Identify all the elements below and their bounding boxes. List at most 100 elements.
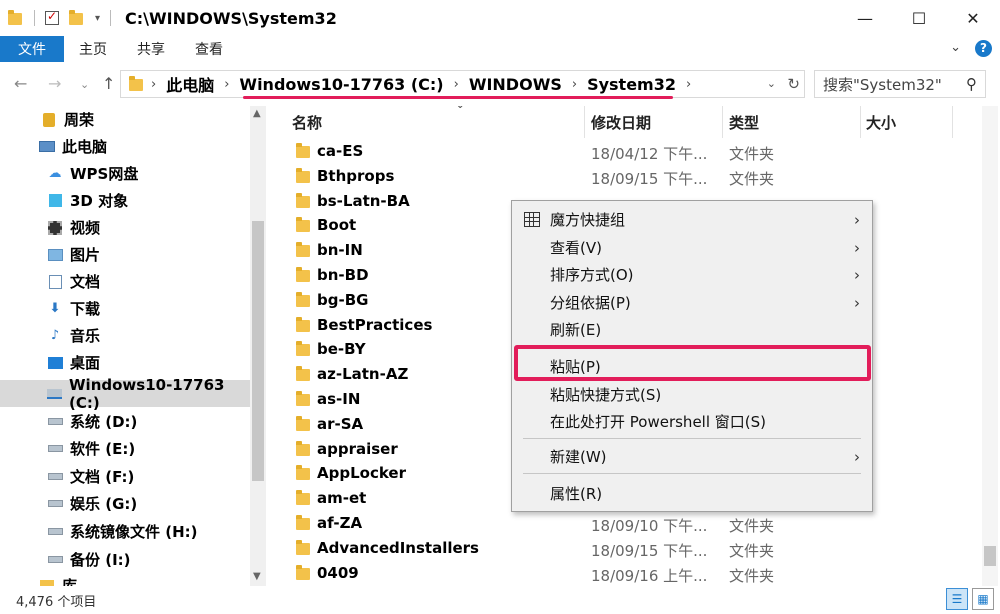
menu-item-group-by[interactable]: 分组依据(P) ›: [512, 289, 872, 316]
breadcrumb-system32[interactable]: System32: [587, 75, 676, 94]
sidebar-item-3d-objects[interactable]: 3D 对象: [0, 187, 250, 214]
breadcrumb-separator-icon[interactable]: ›: [572, 77, 577, 92]
sidebar-item-this-pc[interactable]: 此电脑: [0, 133, 250, 160]
file-name: ca-ES: [317, 142, 364, 160]
tab-file[interactable]: 文件: [0, 36, 64, 62]
sidebar-item-user[interactable]: 周荣: [0, 106, 250, 133]
file-date: 18/09/16 上午...: [591, 566, 708, 585]
window-title: C:\WINDOWS\System32: [125, 8, 337, 28]
expand-ribbon-chevron-down-icon[interactable]: ⌄: [950, 40, 961, 57]
folder-icon: [296, 539, 310, 555]
new-folder-icon[interactable]: [69, 10, 85, 26]
tab-home[interactable]: 主页: [64, 36, 122, 62]
quick-access-divider: [34, 10, 35, 26]
file-row[interactable]: ca-ES 18/04/12 下午... 文件夹: [266, 140, 982, 165]
file-name: am-et: [317, 489, 367, 508]
sidebar-item-desktop[interactable]: 桌面: [0, 349, 250, 376]
file-row[interactable]: af-ZA 18/09/10 下午... 文件夹: [266, 512, 982, 537]
sidebar-scrollbar[interactable]: ▲ ▼: [250, 106, 266, 586]
file-list-scroll-thumb[interactable]: [984, 546, 996, 566]
sidebar-item-documents[interactable]: 文档: [0, 268, 250, 295]
sidebar-item-music[interactable]: ♪ 音乐: [0, 322, 250, 349]
file-name: bn-IN: [317, 241, 363, 260]
chevron-right-icon: ›: [854, 210, 860, 229]
forward-button[interactable]: →: [48, 74, 61, 93]
search-input[interactable]: 搜索"System32" ⚲: [814, 70, 986, 98]
breadcrumb-separator-icon[interactable]: ›: [151, 77, 156, 92]
minimize-button[interactable]: —: [838, 0, 892, 36]
file-date: 18/04/12 下午...: [591, 145, 708, 163]
sidebar-item-drive-f[interactable]: 文档 (F:): [0, 463, 250, 490]
scroll-down-icon[interactable]: ▼: [253, 571, 261, 582]
back-button[interactable]: ←: [14, 74, 27, 93]
menu-item-mofang[interactable]: 魔方快捷组 ›: [512, 206, 872, 233]
sidebar-item-drive-c[interactable]: Windows10-17763 (C:): [0, 376, 250, 412]
file-row[interactable]: 0409 18/09/16 上午... 文件夹: [266, 562, 982, 586]
sidebar-item-drive-d[interactable]: 系统 (D:): [0, 408, 250, 435]
recent-locations-chevron-down-icon[interactable]: ⌄: [80, 78, 89, 91]
sidebar-item-label: 系统 (D:): [70, 413, 138, 431]
folder-icon: [296, 242, 310, 258]
folder-icon: [296, 167, 310, 183]
breadcrumb-windows[interactable]: WINDOWS: [469, 75, 562, 94]
sidebar-item-downloads[interactable]: ⬇ 下载: [0, 295, 250, 322]
file-row[interactable]: AdvancedInstallers 18/09/15 下午... 文件夹: [266, 537, 982, 562]
address-history-chevron-down-icon[interactable]: ⌄: [767, 77, 776, 90]
column-header-date[interactable]: 修改日期: [591, 106, 721, 138]
column-divider[interactable]: [860, 106, 861, 138]
scroll-up-icon[interactable]: ▲: [253, 108, 261, 119]
customize-toolbar-chevron-down-icon[interactable]: ▾: [95, 13, 100, 24]
sidebar-item-label: 库: [62, 577, 78, 586]
sidebar-item-libraries[interactable]: 库: [0, 572, 250, 586]
sidebar-item-videos[interactable]: 视频: [0, 214, 250, 241]
column-header-size[interactable]: 大小: [866, 106, 956, 138]
menu-item-properties[interactable]: 属性(R): [512, 480, 872, 507]
close-button[interactable]: ✕: [946, 0, 1000, 36]
column-divider[interactable]: [722, 106, 723, 138]
menu-item-refresh[interactable]: 刷新(E): [512, 316, 872, 343]
menu-item-new[interactable]: 新建(W) ›: [512, 443, 872, 470]
menu-item-view[interactable]: 查看(V) ›: [512, 234, 872, 261]
menu-item-paste-shortcut[interactable]: 粘贴快捷方式(S): [512, 381, 872, 408]
tab-share[interactable]: 共享: [122, 36, 180, 62]
sidebar-item-label: Windows10-17763 (C:): [69, 375, 225, 412]
breadcrumb-drive-c[interactable]: Windows10-17763 (C:): [239, 75, 443, 94]
large-icons-view-icon[interactable]: ▦: [972, 588, 994, 610]
help-icon[interactable]: ?: [975, 40, 992, 57]
file-list-scrollbar[interactable]: [982, 106, 998, 586]
sidebar-item-drive-e[interactable]: 软件 (E:): [0, 435, 250, 462]
details-view-icon[interactable]: ☰: [946, 588, 968, 610]
file-row[interactable]: Bthprops 18/09/15 下午... 文件夹: [266, 165, 982, 190]
sidebar-item-drive-g[interactable]: 娱乐 (G:): [0, 490, 250, 517]
up-button[interactable]: ↑: [102, 74, 115, 93]
menu-item-sort-by[interactable]: 排序方式(O) ›: [512, 261, 872, 288]
menu-item-open-powershell[interactable]: 在此处打开 Powershell 窗口(S): [512, 408, 872, 435]
sidebar-scroll-thumb[interactable]: [252, 221, 264, 481]
tab-view[interactable]: 查看: [180, 36, 238, 62]
menu-item-label: 查看(V): [550, 239, 602, 257]
breadcrumb-separator-icon[interactable]: ›: [686, 77, 691, 92]
file-name: 0409: [317, 563, 359, 582]
address-bar[interactable]: › 此电脑 › Windows10-17763 (C:) › WINDOWS ›…: [120, 70, 805, 98]
sort-caret-icon: ⌄: [456, 106, 464, 111]
breadcrumb-separator-icon[interactable]: ›: [224, 77, 229, 92]
sidebar-item-wps[interactable]: ☁ WPS网盘: [0, 160, 250, 187]
column-header-name[interactable]: 名称 ⌄: [292, 106, 582, 138]
column-header-label: 名称: [292, 113, 323, 132]
sidebar-item-drive-h[interactable]: 系统镜像文件 (H:): [0, 518, 250, 545]
column-divider[interactable]: [584, 106, 585, 138]
sidebar-item-drive-i[interactable]: 备份 (I:): [0, 546, 250, 573]
menu-item-label: 新建(W): [550, 448, 607, 466]
sidebar-item-pictures[interactable]: 图片: [0, 241, 250, 268]
refresh-icon[interactable]: ↻: [787, 75, 800, 93]
navigation-bar: ← → ⌄ ↑ › 此电脑 › Windows10-17763 (C:) › W…: [0, 62, 1000, 106]
download-icon: ⬇: [49, 301, 61, 316]
breadcrumb-this-pc[interactable]: 此电脑: [166, 72, 214, 96]
search-icon[interactable]: ⚲: [966, 75, 977, 93]
column-header-type[interactable]: 类型: [729, 106, 859, 138]
folder-icon: [296, 515, 310, 530]
maximize-button[interactable]: ☐: [892, 0, 946, 36]
properties-check-icon[interactable]: [45, 9, 59, 25]
breadcrumb-separator-icon[interactable]: ›: [454, 77, 459, 92]
column-divider[interactable]: [952, 106, 953, 138]
